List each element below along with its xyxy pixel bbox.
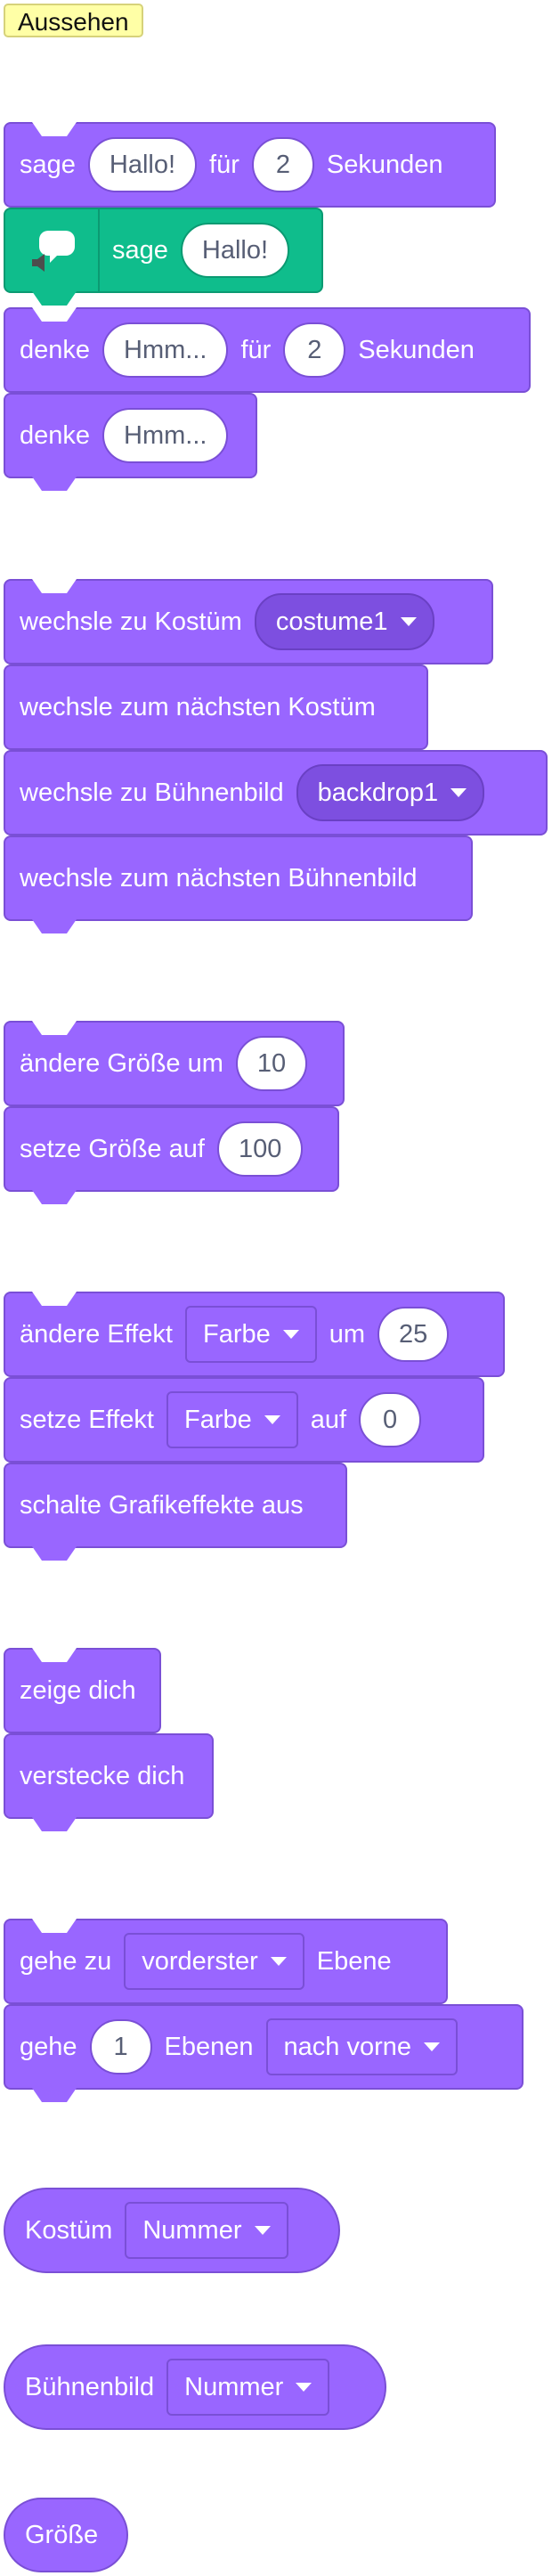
speech-text-input[interactable]: Hallo! — [180, 223, 290, 278]
block-text: auf — [310, 1405, 347, 1434]
set-effect-block[interactable]: setze Effekt Farbe auf 0 — [4, 1377, 484, 1463]
block-notch-top — [32, 579, 77, 593]
block-text: Sekunden — [326, 150, 443, 179]
block-text: Sekunden — [358, 335, 475, 364]
set-size-block[interactable]: setze Größe auf 100 — [4, 1106, 339, 1204]
chevron-down-icon — [254, 2226, 271, 2235]
chevron-down-icon — [424, 2042, 441, 2051]
think-block[interactable]: denke Hmm... — [4, 393, 257, 491]
show-block[interactable]: zeige dich — [4, 1648, 161, 1733]
block-text: setze Größe auf — [20, 1134, 205, 1163]
backdrop-reporter-block[interactable]: Bühnenbild Nummer — [4, 2344, 386, 2430]
seconds-input[interactable]: 2 — [283, 322, 346, 378]
say-for-secs-block[interactable]: sage Hallo! für 2 Sekunden — [4, 122, 496, 208]
block-text: gehe zu — [20, 1946, 112, 1976]
block-text: für — [209, 150, 239, 179]
change-effect-block[interactable]: ändere Effekt Farbe um 25 — [4, 1292, 505, 1377]
block-text: ändere Größe um — [20, 1048, 223, 1078]
effect-dropdown[interactable]: Farbe — [166, 1391, 298, 1448]
block-text: zeige dich — [20, 1675, 136, 1705]
costume-reporter-block[interactable]: Kostüm Nummer — [4, 2188, 340, 2273]
block-text: denke — [20, 420, 91, 450]
block-text: schalte Grafikeffekte aus — [20, 1490, 304, 1520]
costume-dropdown[interactable]: costume1 — [254, 593, 434, 650]
block-notch-bottom — [32, 2088, 77, 2102]
block-notch-top — [32, 1021, 77, 1035]
switch-backdrop-block[interactable]: wechsle zu Bühnenbild backdrop1 — [4, 750, 548, 836]
speech-bubble-speaker-icon — [5, 209, 100, 291]
block-notch-top — [32, 307, 77, 322]
next-backdrop-block[interactable]: wechsle zum nächsten Bühnenbild — [4, 836, 473, 933]
block-notch-top — [32, 1648, 77, 1662]
block-text: wechsle zu Bühnenbild — [20, 778, 284, 807]
layer-dropdown[interactable]: vorderster — [124, 1933, 304, 1990]
chevron-down-icon — [296, 2383, 313, 2392]
next-costume-block[interactable]: wechsle zum nächsten Kostüm — [4, 664, 428, 750]
switch-costume-block[interactable]: wechsle zu Kostüm costume1 — [4, 579, 493, 664]
block-notch-top — [32, 1919, 77, 1933]
backdrop-dropdown[interactable]: backdrop1 — [296, 764, 485, 821]
go-layers-block[interactable]: gehe 1 Ebenen nach vorne — [4, 2004, 524, 2102]
hide-block[interactable]: verstecke dich — [4, 1733, 214, 1831]
text-to-speech-say-block[interactable]: sage Hallo! — [4, 208, 323, 306]
block-text: denke — [20, 335, 91, 364]
block-notch-bottom — [32, 919, 77, 933]
block-text: um — [329, 1319, 366, 1349]
block-notch-bottom — [32, 1817, 77, 1831]
block-text: sage — [112, 235, 168, 265]
effect-value-input[interactable]: 0 — [359, 1392, 422, 1447]
block-text: Ebenen — [164, 2032, 254, 2061]
chevron-down-icon — [400, 617, 417, 626]
message-input[interactable]: Hallo! — [87, 137, 198, 192]
size-input[interactable]: 100 — [216, 1121, 304, 1177]
message-input[interactable]: Hmm... — [102, 408, 229, 463]
go-to-layer-block[interactable]: gehe zu vorderster Ebene — [4, 1919, 448, 2004]
block-notch-top — [32, 1292, 77, 1306]
size-reporter-block[interactable]: Größe — [4, 2498, 128, 2572]
chevron-down-icon — [264, 1415, 280, 1424]
block-text: verstecke dich — [20, 1761, 185, 1790]
block-notch-bottom — [32, 1546, 77, 1561]
block-notch-bottom — [32, 1190, 77, 1204]
block-text: ändere Effekt — [20, 1319, 173, 1349]
think-for-secs-block[interactable]: denke Hmm... für 2 Sekunden — [4, 307, 531, 393]
clear-graphic-effects-block[interactable]: schalte Grafikeffekte aus — [4, 1463, 347, 1561]
block-text: sage — [20, 150, 76, 179]
block-text: wechsle zu Kostüm — [20, 607, 242, 636]
block-text: Ebene — [316, 1946, 392, 1976]
effect-dropdown[interactable]: Farbe — [184, 1306, 317, 1363]
block-text: für — [240, 335, 272, 364]
costume-property-dropdown[interactable]: Nummer — [125, 2202, 288, 2259]
message-input[interactable]: Hmm... — [102, 322, 229, 378]
block-notch-bottom — [32, 477, 77, 491]
layer-direction-dropdown[interactable]: nach vorne — [265, 2018, 459, 2075]
effect-amount-input[interactable]: 25 — [377, 1307, 450, 1362]
block-text: wechsle zum nächsten Kostüm — [20, 692, 376, 721]
block-text: setze Effekt — [20, 1405, 154, 1434]
seconds-input[interactable]: 2 — [251, 137, 314, 192]
change-size-block[interactable]: ändere Größe um 10 — [4, 1021, 345, 1106]
block-text: Bühnenbild — [25, 2372, 155, 2401]
category-label-looks[interactable]: Aussehen — [4, 4, 143, 37]
chevron-down-icon — [270, 1957, 287, 1966]
block-text: Größe — [25, 2520, 99, 2549]
layers-count-input[interactable]: 1 — [89, 2019, 152, 2075]
chevron-down-icon — [451, 788, 467, 797]
block-text: Kostüm — [25, 2215, 113, 2245]
size-change-input[interactable]: 10 — [235, 1036, 308, 1091]
block-text: gehe — [20, 2032, 77, 2061]
block-notch-top — [32, 122, 77, 136]
block-text: wechsle zum nächsten Bühnenbild — [20, 863, 418, 893]
backdrop-property-dropdown[interactable]: Nummer — [166, 2359, 330, 2416]
chevron-down-icon — [282, 1330, 299, 1339]
block-notch-bottom — [32, 291, 77, 306]
